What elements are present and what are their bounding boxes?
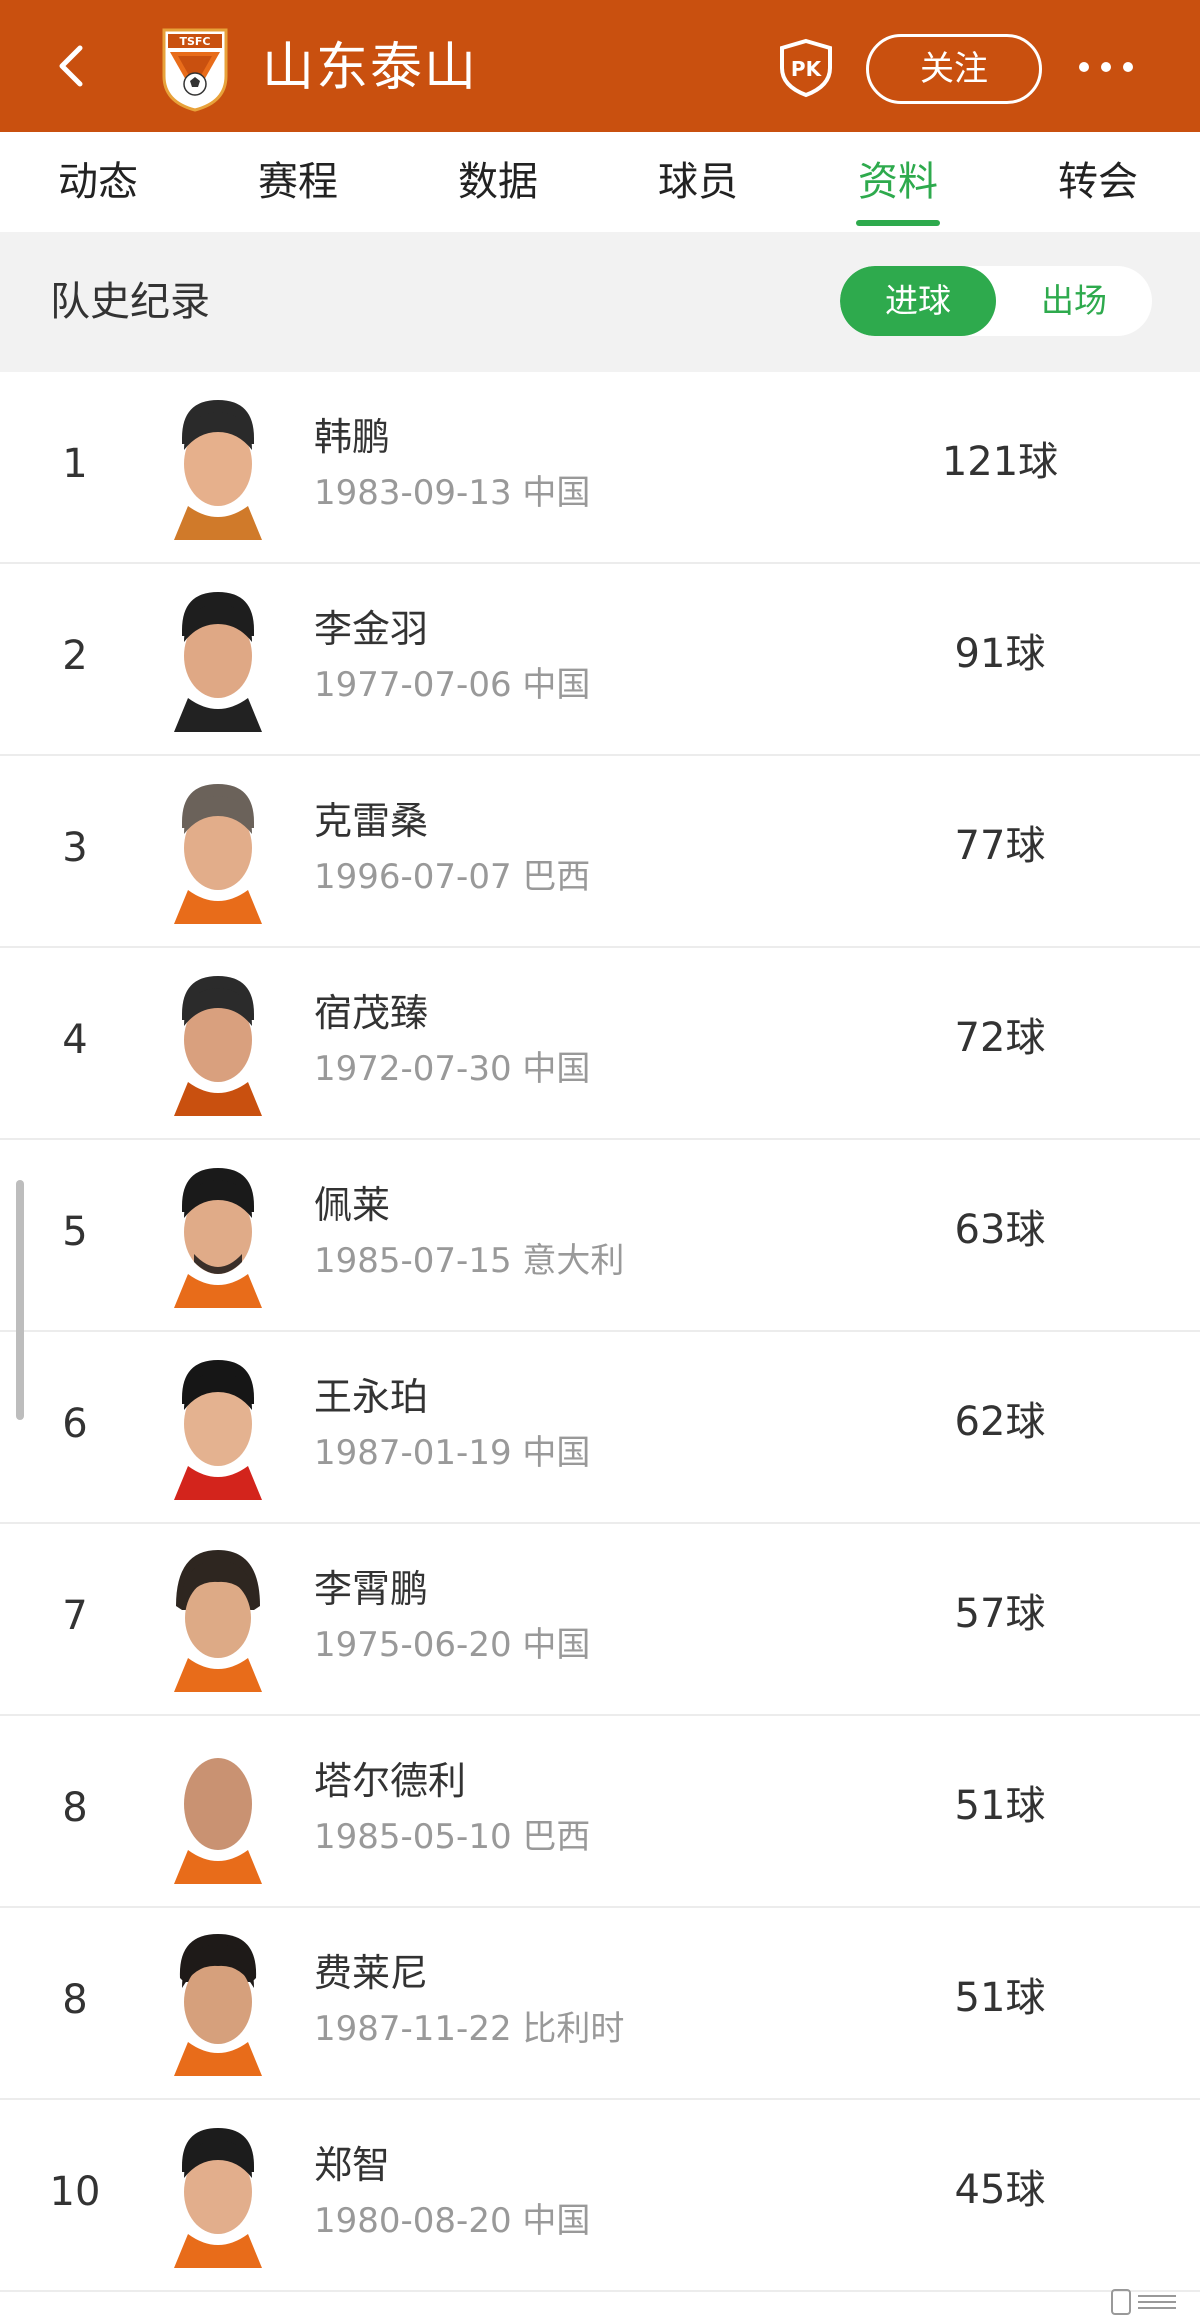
player-photo bbox=[174, 1360, 262, 1500]
list-item[interactable]: 10 郑智 1980-08-20 中国 45球 bbox=[0, 2100, 1200, 2292]
player-photo bbox=[174, 1758, 262, 1884]
logo-text: TSFC bbox=[179, 35, 210, 48]
goal-count: 45球 bbox=[954, 2167, 1046, 2213]
watermark-icon bbox=[1111, 2289, 1176, 2315]
tab-schedule[interactable]: 赛程 bbox=[258, 152, 338, 212]
rank-number: 5 bbox=[62, 1209, 88, 1255]
tab-players[interactable]: 球员 bbox=[658, 152, 738, 212]
player-birth-nationality: 1985-05-10 巴西 bbox=[314, 1817, 591, 1857]
player-photo bbox=[174, 592, 262, 732]
tab-profile[interactable]: 资料 bbox=[858, 152, 938, 212]
goal-count: 91球 bbox=[954, 631, 1046, 677]
section-title: 队史纪录 bbox=[50, 279, 210, 325]
rank-number: 2 bbox=[62, 633, 88, 679]
rank-number: 8 bbox=[62, 1785, 88, 1831]
player-name: 李金羽 bbox=[314, 607, 429, 651]
tab-transfers[interactable]: 转会 bbox=[1058, 152, 1138, 212]
pk-label: PK bbox=[791, 57, 823, 81]
player-name: 王永珀 bbox=[314, 1375, 429, 1419]
tab-bar: 动态 赛程 数据 球员 资料 转会 bbox=[0, 132, 1200, 232]
app-header: TSFC 山东泰山 PK 关注 bbox=[0, 0, 1200, 132]
more-button[interactable] bbox=[1076, 52, 1136, 82]
team-logo: TSFC bbox=[160, 26, 230, 112]
player-name: 克雷桑 bbox=[314, 799, 429, 843]
goal-count: 121球 bbox=[941, 439, 1059, 485]
player-photo bbox=[174, 784, 262, 924]
more-dots-icon bbox=[1079, 62, 1133, 72]
player-birth-nationality: 1972-07-30 中国 bbox=[314, 1049, 591, 1089]
goal-count: 51球 bbox=[954, 1783, 1046, 1829]
list-item[interactable]: 3 克雷桑 1996-07-07 巴西 77球 bbox=[0, 756, 1200, 948]
rank-number: 3 bbox=[62, 825, 88, 871]
list-item[interactable]: 5 佩莱 1985-07-15 意大利 63球 bbox=[0, 1140, 1200, 1332]
list-item[interactable]: 4 宿茂臻 1972-07-30 中国 72球 bbox=[0, 948, 1200, 1140]
player-name: 宿茂臻 bbox=[314, 991, 429, 1035]
rank-number: 6 bbox=[62, 1401, 88, 1447]
rank-number: 8 bbox=[62, 1977, 88, 2023]
scrollbar[interactable] bbox=[16, 1180, 24, 1420]
goal-count: 77球 bbox=[954, 823, 1046, 869]
player-birth-nationality: 1996-07-07 巴西 bbox=[314, 857, 591, 897]
list-item[interactable]: 6 王永珀 1987-01-19 中国 62球 bbox=[0, 1332, 1200, 1524]
goal-count: 51球 bbox=[954, 1975, 1046, 2021]
player-birth-nationality: 1977-07-06 中国 bbox=[314, 665, 591, 705]
pk-shield-icon: PK bbox=[780, 38, 832, 98]
player-birth-nationality: 1985-07-15 意大利 bbox=[314, 1241, 625, 1281]
player-name: 李霄鹏 bbox=[314, 1567, 429, 1611]
list-item[interactable]: 8 费莱尼 1987-11-22 比利时 51球 bbox=[0, 1908, 1200, 2100]
player-photo bbox=[174, 1934, 262, 2076]
goal-count: 57球 bbox=[954, 1591, 1046, 1637]
player-photo bbox=[174, 2128, 262, 2268]
rank-number: 1 bbox=[62, 441, 88, 487]
player-birth-nationality: 1987-01-19 中国 bbox=[314, 1433, 591, 1473]
back-button[interactable] bbox=[48, 36, 96, 96]
player-birth-nationality: 1983-09-13 中国 bbox=[314, 473, 591, 513]
chevron-left-icon bbox=[59, 45, 83, 87]
player-name: 郑智 bbox=[314, 2143, 391, 2187]
player-name: 费莱尼 bbox=[314, 1951, 429, 1995]
goal-count: 62球 bbox=[954, 1399, 1046, 1445]
player-name: 韩鹏 bbox=[314, 415, 391, 459]
list-item[interactable]: 7 李霄鹏 1975-06-20 中国 57球 bbox=[0, 1524, 1200, 1716]
player-photo bbox=[174, 1550, 262, 1692]
follow-button[interactable]: 关注 bbox=[866, 34, 1042, 104]
records-section-header: 队史纪录 进球 出场 bbox=[0, 232, 1200, 372]
list-item[interactable]: 8 塔尔德利 1985-05-10 巴西 51球 bbox=[0, 1716, 1200, 1908]
stat-toggle: 进球 出场 bbox=[840, 266, 1152, 336]
goal-count: 63球 bbox=[954, 1207, 1046, 1253]
toggle-goals[interactable]: 进球 bbox=[840, 266, 996, 336]
tab-active-indicator bbox=[856, 220, 940, 226]
rank-number: 10 bbox=[49, 2169, 101, 2215]
toggle-appearances[interactable]: 出场 bbox=[996, 266, 1152, 336]
player-photo bbox=[174, 976, 262, 1116]
player-name: 佩莱 bbox=[314, 1183, 391, 1227]
player-photo bbox=[174, 400, 262, 540]
rank-number: 7 bbox=[62, 1593, 88, 1639]
pk-button[interactable]: PK bbox=[778, 38, 834, 98]
tab-news[interactable]: 动态 bbox=[58, 152, 138, 212]
player-birth-nationality: 1980-08-20 中国 bbox=[314, 2201, 591, 2241]
tab-stats[interactable]: 数据 bbox=[458, 152, 538, 212]
player-photo bbox=[174, 1168, 262, 1308]
player-birth-nationality: 1987-11-22 比利时 bbox=[314, 2009, 625, 2049]
team-name: 山东泰山 bbox=[262, 38, 479, 98]
rank-number: 4 bbox=[62, 1017, 88, 1063]
list-item[interactable]: 2 李金羽 1977-07-06 中国 91球 bbox=[0, 564, 1200, 756]
goal-count: 72球 bbox=[954, 1015, 1046, 1061]
records-list: 1 韩鹏 1983-09-13 中国 121球 2 李金羽 1977-07-06… bbox=[0, 372, 1200, 2292]
list-item[interactable]: 1 韩鹏 1983-09-13 中国 121球 bbox=[0, 372, 1200, 564]
player-birth-nationality: 1975-06-20 中国 bbox=[314, 1625, 591, 1665]
player-name: 塔尔德利 bbox=[314, 1759, 467, 1803]
